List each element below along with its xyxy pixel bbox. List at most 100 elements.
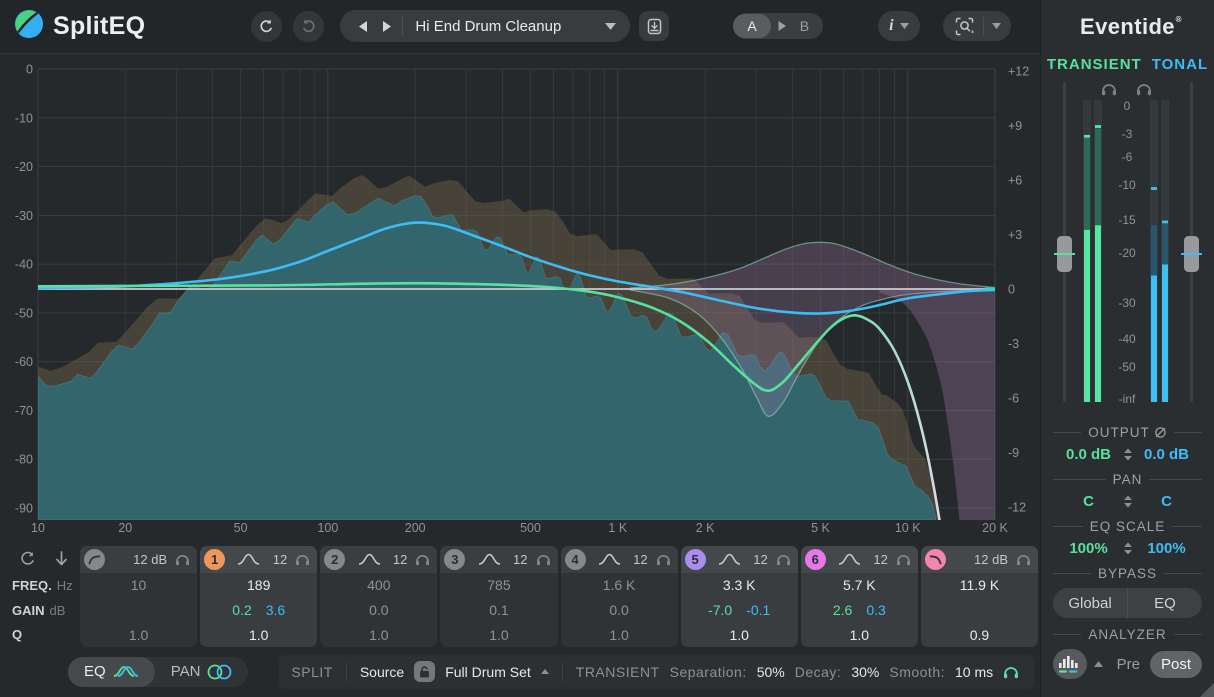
band-enable-button[interactable] [84,549,105,570]
resize-grip[interactable] [1200,683,1214,697]
band-q[interactable]: 1.0 [681,622,798,647]
band-enable-button[interactable]: 2 [324,549,345,570]
band-gain-transient[interactable]: 0.2 [232,602,251,618]
redo-button[interactable] [293,11,324,42]
band-enable-button[interactable] [925,549,946,570]
bypass-eq-button[interactable]: EQ [1127,588,1202,618]
link-stepper-icon[interactable] [1123,494,1133,509]
band-gain[interactable]: 0.1 [489,602,508,618]
link-stepper-icon[interactable] [1123,541,1133,556]
band-q[interactable]: 1.0 [320,622,437,647]
polarity-icon[interactable] [1154,426,1167,439]
band-solo-headphones-icon[interactable] [536,553,551,566]
band-header[interactable]: 5 12 [681,546,798,573]
band-gain-cell[interactable]: 2.60.3 [801,597,918,622]
band-gain-cell[interactable]: 0.0 [561,597,678,622]
band-enable-button[interactable]: 1 [204,549,225,570]
band-freq[interactable]: 400 [320,573,437,598]
transient-solo-headphones-icon[interactable] [1102,85,1116,95]
preset-menu-caret-icon[interactable] [597,19,624,34]
band-header[interactable]: 6 12 [801,546,918,573]
band-gain-cell[interactable] [921,597,1038,622]
band-q[interactable]: 0.9 [921,622,1038,647]
band-enable-button[interactable]: 6 [805,549,826,570]
band-slope[interactable]: 12 [393,552,407,567]
band-5-column[interactable]: 4121.6 K 0.0 1.0 [561,546,678,647]
arrow-down-icon[interactable] [55,551,68,569]
band-freq[interactable]: 1.6 K [561,573,678,598]
band-solo-headphones-icon[interactable] [175,553,190,566]
band-gain-cell[interactable] [80,597,197,622]
eq-scale-tonal-value[interactable]: 100% [1143,540,1191,557]
band-enable-button[interactable]: 5 [685,549,706,570]
band-7-column[interactable]: 6 12 5.7 K2.60.31.0 [801,546,918,647]
band-freq[interactable]: 10 [80,573,197,598]
band-gain-cell[interactable]: 0.1 [440,597,557,622]
band-filter-type-icon[interactable] [830,552,870,566]
band-gain-transient[interactable]: 2.6 [833,602,852,618]
band-8-column[interactable]: 12 dB11.9 K 0.9 [921,546,1038,647]
band-slope[interactable]: 12 [273,552,287,567]
preset-save-button[interactable] [639,11,669,41]
band-filter-type-icon[interactable] [349,552,389,566]
transient-solo-headphones-icon[interactable] [1003,665,1019,679]
bypass-global-button[interactable]: Global [1053,588,1127,618]
undo-button[interactable] [251,11,282,42]
band-enable-button[interactable]: 3 [444,549,465,570]
band-q[interactable]: 1.0 [80,622,197,647]
band-slope[interactable]: 12 [753,552,767,567]
eq-graph[interactable]: 0-10-20-30-40-50-60-70-80-90+12+9+6+30-3… [0,54,1040,544]
band-q[interactable]: 1.0 [801,622,918,647]
ab-b-button[interactable]: B [793,14,823,38]
band-header[interactable]: 412 [561,546,678,573]
eq-view-button[interactable]: EQ [68,657,155,687]
separation-value[interactable]: 50% [757,664,785,680]
info-button[interactable]: i [878,11,919,41]
band-solo-headphones-icon[interactable] [656,553,671,566]
pan-view-button[interactable]: PAN [155,657,249,687]
band-q[interactable]: 1.0 [561,622,678,647]
output-tonal-value[interactable]: 0.0 dB [1143,446,1191,463]
band-freq[interactable]: 5.7 K [801,573,918,598]
band-gain[interactable]: 0.0 [609,602,628,618]
pan-transient-value[interactable]: C [1065,493,1113,510]
band-gain-cell[interactable]: 0.0 [320,597,437,622]
analyzer-pre-button[interactable]: Pre [1109,656,1148,673]
analyzer-display-button[interactable] [1053,649,1087,679]
smooth-value[interactable]: 10 ms [955,664,993,680]
analyzer-post-button[interactable]: Post [1150,651,1202,678]
band-4-column[interactable]: 3 12 785 0.1 1.0 [440,546,557,647]
band-filter-type-icon[interactable] [229,552,269,566]
band-gain-tonal[interactable]: -0.1 [746,602,770,618]
pan-tonal-value[interactable]: C [1143,493,1191,510]
band-freq[interactable]: 189 [200,573,317,598]
band-filter-type-icon[interactable] [710,552,750,566]
band-gain-cell[interactable]: -7.0-0.1 [681,597,798,622]
band-slope[interactable]: 12 [873,552,887,567]
band-freq[interactable]: 785 [440,573,557,598]
ab-a-button[interactable]: A [733,14,770,38]
band-2-column[interactable]: 1121890.23.61.0 [200,546,317,647]
band-enable-button[interactable]: 4 [565,549,586,570]
band-freq[interactable]: 11.9 K [921,573,1038,598]
band-slope[interactable]: 12 [513,552,527,567]
band-q[interactable]: 1.0 [440,622,557,647]
tonal-solo-headphones-icon[interactable] [1137,85,1151,95]
band-3-column[interactable]: 2 12 4000.01.0 [320,546,437,647]
output-transient-value[interactable]: 0.0 dB [1065,446,1113,463]
source-lock-button[interactable] [414,661,435,682]
band-header[interactable]: 12 dB [80,546,197,573]
band-header[interactable]: 3 12 [440,546,557,573]
band-header[interactable]: 12 dB [921,546,1038,573]
band-q[interactable]: 1.0 [200,622,317,647]
band-solo-headphones-icon[interactable] [776,553,791,566]
band-solo-headphones-icon[interactable] [295,553,310,566]
band-filter-type-icon[interactable] [469,552,509,566]
band-header[interactable]: 1 12 [200,546,317,573]
band-6-column[interactable]: 5123.3 K-7.0-0.11.0 [681,546,798,647]
band-filter-type-icon[interactable] [590,552,630,566]
window-scale-button[interactable] [943,11,1011,41]
preset-prev-button[interactable] [352,17,375,36]
band-solo-headphones-icon[interactable] [896,553,911,566]
flatten-eq-icon[interactable] [20,551,35,569]
